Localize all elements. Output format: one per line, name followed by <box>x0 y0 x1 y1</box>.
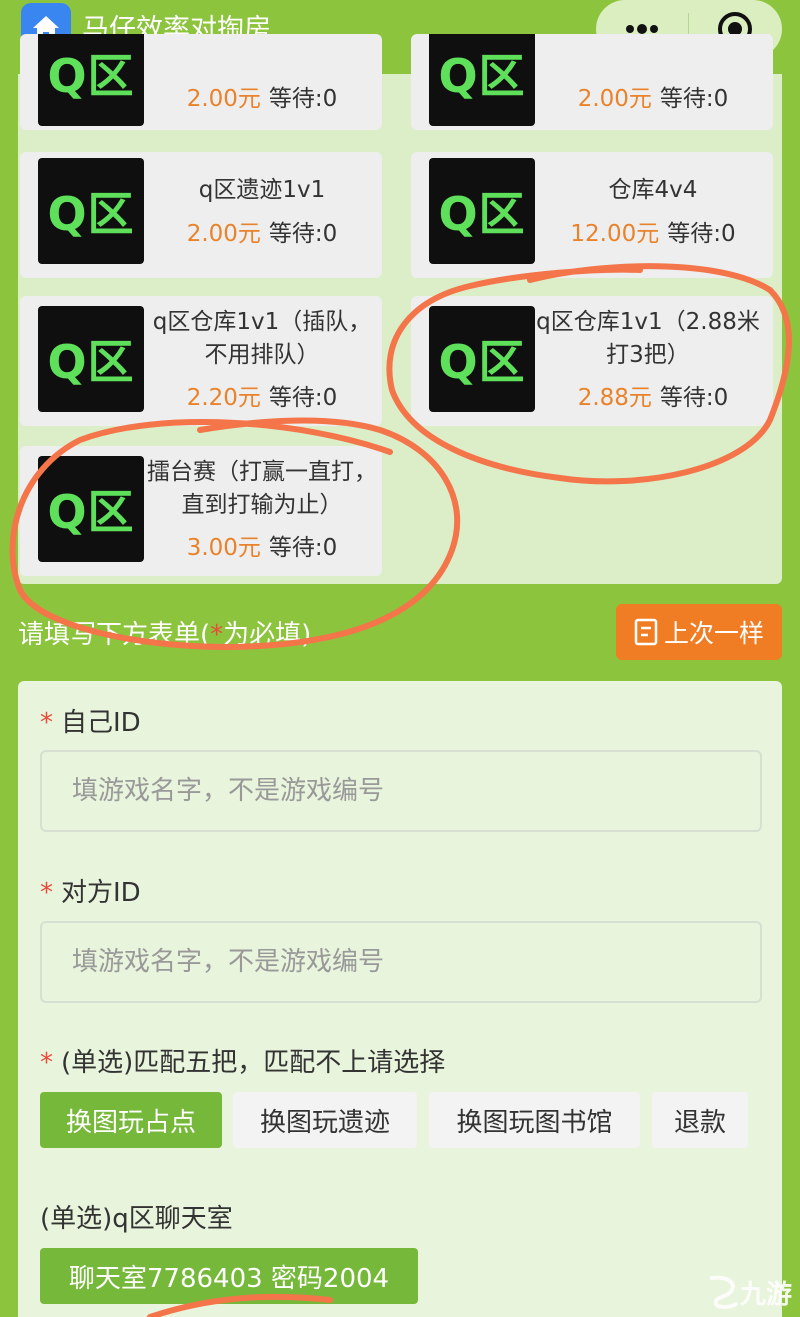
self-id-input[interactable]: 填游戏名字，不是游戏编号 <box>40 750 762 832</box>
match-option-library[interactable]: 换图玩图书馆 <box>429 1092 640 1148</box>
product-card[interactable]: Q区 仓库4v4 12.00元 等待:0 <box>411 152 773 278</box>
product-name: 擂台赛（打赢一直打，直到打输为止） <box>147 459 377 518</box>
product-wait: 等待:0 <box>667 221 736 247</box>
product-card[interactable]: Q区 2.00元 等待:0 <box>20 34 382 130</box>
match-choice-label: * (单选)匹配五把，匹配不上请选择 <box>40 1048 446 1078</box>
product-card[interactable]: Q区 2.00元 等待:0 <box>411 34 773 130</box>
product-thumbnail: Q区 <box>429 306 535 412</box>
product-thumbnail: Q区 <box>429 34 535 126</box>
product-wait: 等待:0 <box>268 86 338 112</box>
product-card[interactable]: Q区 q区仓库1v1（2.88米打3把） 2.88元 等待:0 <box>411 296 773 426</box>
product-name: q区仓库1v1（2.88米打3把） <box>536 309 760 368</box>
match-option-capture-point[interactable]: 换图玩占点 <box>40 1092 222 1148</box>
product-price: 2.00元 <box>186 86 261 112</box>
product-thumbnail: Q区 <box>38 34 144 126</box>
product-thumbnail: Q区 <box>38 306 144 412</box>
product-price: 2.00元 <box>577 86 652 112</box>
product-name: q区遗迹1v1 <box>198 177 326 203</box>
required-star: * <box>210 620 224 650</box>
same-as-last-button[interactable]: 上次一样 <box>616 604 782 660</box>
product-name: q区仓库1v1（插队，不用排队） <box>152 309 372 368</box>
order-form: * 自己ID 填游戏名字，不是游戏编号 * 对方ID 填游戏名字，不是游戏编号 *(… <box>18 681 782 1317</box>
product-price: 12.00元 <box>570 221 660 247</box>
document-icon <box>634 618 658 646</box>
product-card[interactable]: Q区 q区遗迹1v1 2.00元 等待:0 <box>20 152 382 278</box>
product-price: 3.00元 <box>186 535 261 561</box>
product-wait: 等待:0 <box>659 86 729 112</box>
opponent-id-label: * 对方ID <box>40 878 141 908</box>
watermark: 九游 <box>706 1272 796 1312</box>
product-thumbnail: Q区 <box>38 456 144 562</box>
match-option-ruins[interactable]: 换图玩遗迹 <box>233 1092 417 1148</box>
product-wait: 等待:0 <box>268 385 338 411</box>
chat-room-option[interactable]: 聊天室7786403 密码2004 <box>40 1248 418 1304</box>
watermark-logo-icon <box>710 1275 738 1309</box>
self-id-label: * 自己ID <box>40 708 141 738</box>
product-list: Q区 2.00元 等待:0 Q区 2.00元 等待:0 Q区 q区遗迹1v1 2.0… <box>18 34 782 584</box>
product-name: 仓库4v4 <box>608 177 698 203</box>
product-price: 2.20元 <box>186 385 261 411</box>
chat-room-label: (单选)q区聊天室 <box>40 1204 233 1234</box>
product-price: 2.88元 <box>577 385 652 411</box>
product-wait: 等待:0 <box>268 535 338 561</box>
product-card[interactable]: Q区 q区仓库1v1（插队，不用排队） 2.20元 等待:0 <box>20 296 382 426</box>
product-card[interactable]: Q区 擂台赛（打赢一直打，直到打输为止） 3.00元 等待:0 <box>20 446 382 576</box>
product-thumbnail: Q区 <box>429 158 535 264</box>
product-thumbnail: Q区 <box>38 158 144 264</box>
opponent-id-input[interactable]: 填游戏名字，不是游戏编号 <box>40 921 762 1003</box>
form-instruction: 请填写下方表单(*为必填) <box>18 620 312 650</box>
match-option-refund[interactable]: 退款 <box>652 1092 748 1148</box>
product-wait: 等待:0 <box>659 385 729 411</box>
product-wait: 等待:0 <box>268 221 338 247</box>
product-price: 2.00元 <box>186 221 261 247</box>
